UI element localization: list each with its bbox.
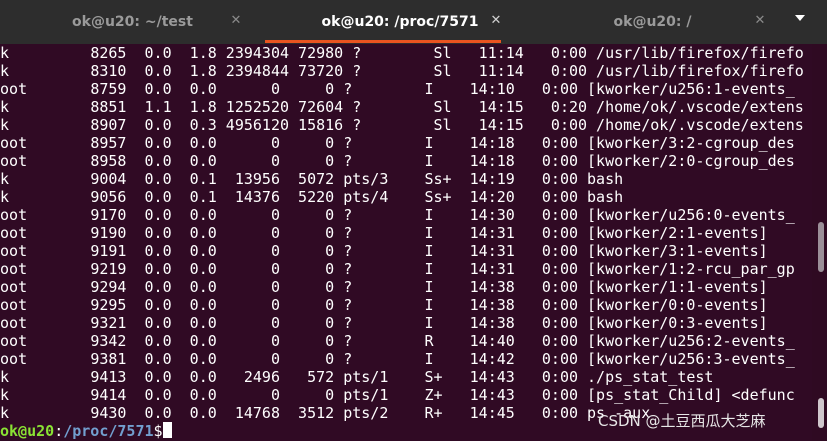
- process-row: root 9191 0.0 0.0 0 0 ? I 14:31 0:00 [kw…: [0, 242, 768, 260]
- close-icon[interactable]: ✕: [752, 13, 768, 29]
- tab-label: ok@u20: /: [613, 14, 692, 30]
- scrollbar-thumb[interactable]: [818, 222, 824, 272]
- process-row: root 9342 0.0 0.0 0 0 ? R 14:40 0:00 [kw…: [0, 332, 795, 350]
- prompt-user-host: ok@u20: [0, 422, 55, 440]
- close-icon[interactable]: ✕: [488, 13, 504, 29]
- tab-root[interactable]: ok@u20: / ✕: [535, 0, 770, 44]
- process-row: root 8957 0.0 0.0 0 0 ? I 14:18 0:00 [kw…: [0, 134, 795, 152]
- watermark: CSDN @土豆西瓜大芝麻: [598, 412, 766, 430]
- process-row: ok 9004 0.0 0.1 13956 5072 pts/3 Ss+ 14:…: [0, 170, 624, 188]
- process-row: root 9170 0.0 0.0 0 0 ? I 14:30 0:00 [kw…: [0, 206, 795, 224]
- process-row: root 9294 0.0 0.0 0 0 ? I 14:38 0:00 [kw…: [0, 278, 768, 296]
- scrollbar-thumb[interactable]: [818, 398, 824, 428]
- tab-label: ok@u20: /proc/7571: [321, 14, 479, 30]
- prompt-path: /proc/7571: [63, 422, 154, 440]
- tab-bar: ok@u20: ~/test ✕ ok@u20: /proc/7571 ✕ ok…: [0, 0, 827, 44]
- tab-menu-dropdown-icon[interactable]: [795, 15, 805, 21]
- terminal-output[interactable]: ok 8265 0.0 1.8 2394304 72980 ? Sl 11:14…: [0, 44, 812, 441]
- process-row: ok 9056 0.0 0.1 14376 5220 pts/4 Ss+ 14:…: [0, 188, 624, 206]
- process-row: ok 9414 0.0 0.0 0 0 pts/1 Z+ 14:43 0:00 …: [0, 386, 795, 404]
- close-icon[interactable]: ✕: [228, 13, 244, 29]
- text-cursor: [162, 422, 172, 438]
- process-row: root 9295 0.0 0.0 0 0 ? I 14:38 0:00 [kw…: [0, 296, 768, 314]
- process-row: ok 8265 0.0 1.8 2394304 72980 ? Sl 11:14…: [0, 44, 804, 62]
- process-row: ok 9413 0.0 0.0 2496 572 pts/1 S+ 14:43 …: [0, 368, 714, 386]
- active-tab-indicator: [265, 40, 501, 43]
- tab-proc-7571[interactable]: ok@u20: /proc/7571 ✕: [265, 0, 535, 44]
- process-row: ok 8851 1.1 1.8 1252520 72604 ? Sl 14:15…: [0, 98, 804, 116]
- process-row: root 9219 0.0 0.0 0 0 ? I 14:31 0:00 [kw…: [0, 260, 795, 278]
- tab-label: ok@u20: ~/test: [72, 14, 193, 30]
- process-row: root 9190 0.0 0.0 0 0 ? I 14:31 0:00 [kw…: [0, 224, 768, 242]
- process-row: ok 8310 0.0 1.8 2394844 73720 ? Sl 11:14…: [0, 62, 804, 80]
- prompt-symbol: $: [153, 422, 163, 440]
- process-row: root 9381 0.0 0.0 0 0 ? I 14:42 0:00 [kw…: [0, 350, 795, 368]
- process-row: root 9321 0.0 0.0 0 0 ? I 14:38 0:00 [kw…: [0, 314, 768, 332]
- process-row: ok 8907 0.0 0.3 4956120 15816 ? Sl 14:15…: [0, 116, 804, 134]
- process-row: root 8958 0.0 0.0 0 0 ? I 14:18 0:00 [kw…: [0, 152, 795, 170]
- prompt-separator: :: [54, 422, 64, 440]
- tab-test[interactable]: ok@u20: ~/test ✕: [0, 0, 265, 44]
- process-row: root 8759 0.0 0.0 0 0 ? I 14:10 0:00 [kw…: [0, 80, 795, 98]
